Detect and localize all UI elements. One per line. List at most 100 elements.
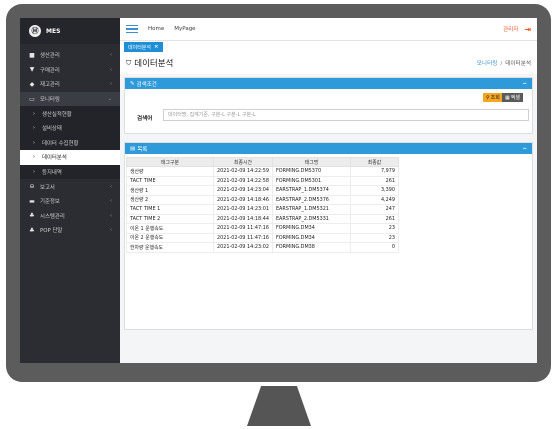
- table-row[interactable]: 이온 1 운행속도 2021-02-09 11:47:16 FORMING.DM34…: [126, 223, 399, 234]
- sidebar-item[interactable]: ⊖ 보고서 ‹: [20, 179, 120, 194]
- sidebar-item-label: 보고서: [40, 184, 55, 191]
- sidebar-item-label: 등지내역: [42, 170, 62, 177]
- chevron-right-icon: ›: [32, 154, 36, 161]
- sidebar-item[interactable]: ▬ 기준정보 ‹: [20, 194, 120, 209]
- chevron-right-icon: ›: [32, 169, 36, 176]
- table-row[interactable]: 한차량 운행속도 2021-02-09 14:23:02 FORMING.DM38 0: [126, 242, 399, 253]
- logout-icon[interactable]: ⇥: [524, 25, 531, 34]
- sidebar: Ⓜ MES ■ 생산관리 ‹ ▼ 구매관리 ‹ ◆ 재고관리 ‹ ▭ 모니터링 ⌄ › 생산실적현황 › 설비…: [20, 18, 120, 363]
- list-panel-header: ▤ 목록 −: [125, 143, 532, 154]
- sidebar-item[interactable]: › 데이터분석: [20, 150, 120, 165]
- search-icon: ⚲: [486, 94, 490, 101]
- table-cell: 한차량 운행속도: [126, 242, 214, 253]
- tab-data-analysis[interactable]: 데이터분석 ×: [124, 42, 163, 52]
- sidebar-item-label: 생산실적현황: [42, 111, 72, 118]
- table-cell: EARSTRAP_1.DM5374: [271, 185, 351, 196]
- table-cell: 2021-02-09 14:23:04: [213, 185, 273, 196]
- breadcrumb: 모니터링 / 데이터분석: [476, 61, 531, 67]
- table-cell: 0: [349, 242, 399, 253]
- list-panel-title: 목록: [137, 146, 148, 153]
- search-panel-title: 검색조건: [136, 81, 157, 88]
- column-header[interactable]: 최종시간: [213, 157, 273, 167]
- sidebar-item-label: 데이터분석: [42, 155, 67, 162]
- shield-icon: ⛉: [126, 58, 132, 67]
- table-cell: FORMING.DM34: [271, 223, 351, 234]
- user-name-link[interactable]: 관리자: [503, 25, 518, 33]
- table-cell: 3,390: [349, 185, 399, 196]
- page-header: ⛉ 데이터분석 모니터링 / 데이터분석: [120, 52, 537, 74]
- table-cell: 261: [349, 213, 399, 224]
- chevron-left-icon: ‹: [110, 227, 112, 234]
- search-button[interactable]: ⚲ 조회: [483, 93, 503, 102]
- chevron-left-icon: ‹: [110, 81, 112, 88]
- sidebar-item-label: 기준정보: [40, 199, 60, 206]
- table-cell: 2021-02-09 14:22:58: [213, 175, 273, 186]
- sidebar-item[interactable]: ▼ 구매관리 ‹: [20, 63, 120, 78]
- table-row[interactable]: TACT TIME 1 2021-02-09 14:23:01 EARSTRAP_1…: [126, 204, 399, 215]
- sidebar-item[interactable]: › 등지내역: [20, 164, 120, 180]
- sidebar-item[interactable]: ■ 생산관리 ‹: [20, 48, 120, 63]
- table-cell: 이온 1 운행속도: [126, 223, 214, 234]
- breadcrumb-item-monitoring[interactable]: 모니터링: [477, 61, 498, 67]
- table-row[interactable]: TACT TIME 2 2021-02-09 14:18:44 EARSTRAP_2…: [126, 213, 399, 224]
- table-cell: FORMING.DM38: [271, 242, 351, 253]
- table-cell: 247: [349, 204, 399, 215]
- sidebar-item-label: POP 단말: [40, 228, 63, 235]
- sidebar-item[interactable]: ♣ POP 단말 ‹: [20, 223, 120, 238]
- table-cell: FORMING.DM5370: [271, 166, 351, 177]
- sidebar-item[interactable]: ◆ 재고관리 ‹: [20, 77, 120, 92]
- sidebar-item[interactable]: ▭ 모니터링 ⌄: [20, 91, 120, 107]
- table-cell: EARSTRAP_2.DM5331: [271, 213, 351, 224]
- tab-bar: 데이터분석 ×: [120, 41, 537, 52]
- chevron-left-icon: ‹: [110, 52, 112, 59]
- table-row[interactable]: 이온 2 운행속도 2021-02-09 11:47:16 FORMING.DM34…: [126, 232, 399, 243]
- search-panel-header: ✎ 검색조건 −: [125, 78, 532, 89]
- close-icon[interactable]: ×: [154, 44, 159, 50]
- table-cell: 생산량 1: [126, 185, 214, 196]
- top-bar: Home MyPage 관리자 ⇥: [120, 18, 537, 41]
- menu-toggle-icon[interactable]: [126, 24, 138, 34]
- table-row[interactable]: TACT TIME 2021-02-09 14:22:58 FORMING.DM53…: [126, 175, 399, 186]
- table-cell: EARSTRAP_2.DM5376: [271, 194, 351, 205]
- chevron-left-icon: ‹: [110, 198, 112, 205]
- home-link[interactable]: Home: [148, 26, 164, 32]
- report-icon: ⊖: [29, 183, 35, 191]
- list-panel: ▤ 목록 − 태그구분 최종시간 태그명 최종값 생산량 2021-02-09 …: [124, 142, 533, 330]
- breadcrumb-item-current: 데이터분석: [505, 61, 531, 67]
- table-cell: 2021-02-09 14:22:59: [213, 166, 273, 177]
- table-row[interactable]: 생산량 1 2021-02-09 14:23:04 EARSTRAP_1.DM537…: [126, 185, 399, 196]
- sidebar-item[interactable]: ♣ 시스템관리 ‹: [20, 209, 120, 224]
- sidebar-item-label: 시스템관리: [40, 213, 65, 220]
- users-icon: ♣: [29, 212, 35, 220]
- column-header[interactable]: 태그명: [271, 157, 351, 167]
- excel-button[interactable]: ▦ 엑셀: [502, 93, 523, 102]
- search-field-label: 검색어: [137, 116, 153, 122]
- folder-icon: ▬: [29, 197, 35, 205]
- data-table: 태그구분 최종시간 태그명 최종값 생산량 2021-02-09 14:22:59…: [126, 157, 399, 253]
- table-cell: 생산량 2: [126, 194, 214, 205]
- table-row[interactable]: 생산량 2021-02-09 14:22:59 FORMING.DM5370 7,97…: [126, 166, 399, 177]
- table-cell: 생산량: [126, 166, 214, 177]
- table-row[interactable]: 생산량 2 2021-02-09 14:18:46 EARSTRAP_2.DM537…: [126, 194, 399, 205]
- collapse-icon[interactable]: −: [522, 146, 527, 152]
- collapse-icon[interactable]: −: [522, 81, 527, 87]
- sidebar-item[interactable]: › 데이터 수집현황: [20, 135, 120, 151]
- monitor-stand: [247, 386, 311, 426]
- column-header[interactable]: 최종값: [349, 157, 399, 167]
- chevron-left-icon: ‹: [110, 66, 112, 73]
- table-header-row: 태그구분 최종시간 태그명 최종값: [126, 157, 399, 167]
- column-header[interactable]: 태그구분: [126, 157, 214, 167]
- chevron-right-icon: ›: [32, 110, 36, 117]
- app-logo[interactable]: Ⓜ MES: [20, 18, 120, 44]
- table-cell: 2021-02-09 14:18:44: [213, 213, 273, 224]
- mypage-link[interactable]: MyPage: [174, 26, 195, 32]
- factory-icon: ■: [29, 51, 35, 59]
- search-input[interactable]: [163, 109, 529, 121]
- monitor-icon: ▭: [29, 95, 35, 103]
- sidebar-item[interactable]: › 설비상태: [20, 120, 120, 136]
- table-cell: 2021-02-09 14:23:01: [213, 204, 273, 215]
- sidebar-item-label: 모니터링: [40, 97, 60, 104]
- table-cell: TACT TIME 2: [126, 213, 214, 224]
- sidebar-item[interactable]: › 생산실적현황: [20, 106, 120, 121]
- screen: Ⓜ MES ■ 생산관리 ‹ ▼ 구매관리 ‹ ◆ 재고관리 ‹ ▭ 모니터링 ⌄ › 생산실적현황 › 설비…: [20, 18, 537, 363]
